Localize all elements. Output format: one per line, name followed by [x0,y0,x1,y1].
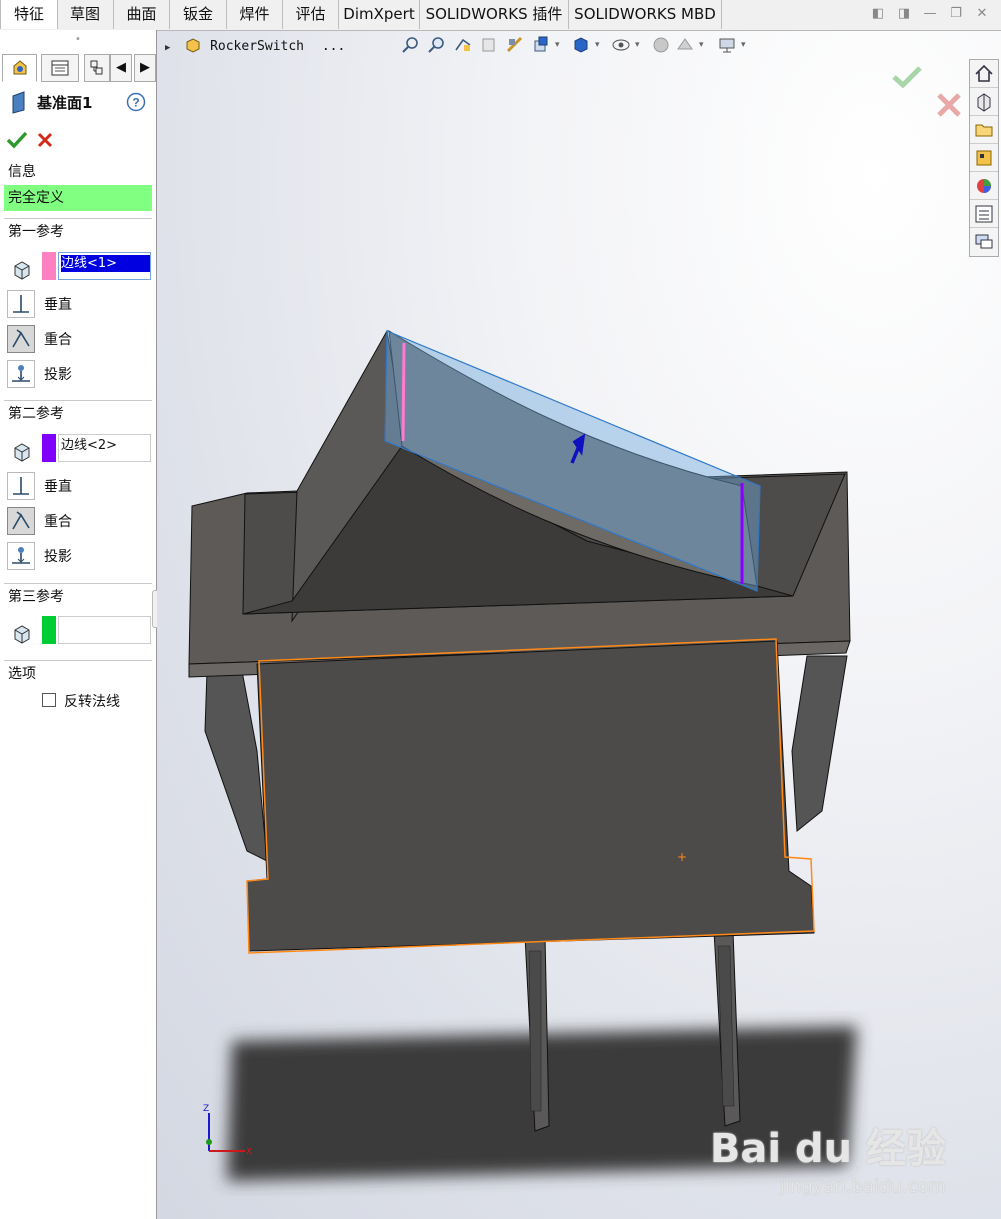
baidu-watermark-url: jingyan.baidu.com [779,1176,946,1197]
options-header[interactable]: 选项 [8,663,36,683]
first-reference-selection: 边线<1> [61,255,150,272]
coincident-icon [12,511,30,530]
right-clip [791,655,848,832]
project-icon [12,365,30,382]
page-title: 基准面1 [37,94,93,112]
divider [4,218,152,219]
switch-body [246,640,815,952]
chevron-right-icon: ▶ [140,60,150,75]
first-coincident-button[interactable] [7,325,35,353]
close-icon[interactable]: ✕ [974,6,990,22]
tab-features[interactable]: 特征 [0,0,58,29]
cube-selection-icon [14,443,30,462]
second-project-label: 投影 [44,549,72,565]
svg-text:Z: Z [203,1104,209,1114]
panel-grip[interactable]: • [0,30,156,50]
graphics-area[interactable]: ▶ RockerSwitch ... ▾ ▾ ▾ ▾ ▾ + Z X Bai d… [157,31,1001,1219]
minimize-icon[interactable]: — [922,6,938,22]
third-reference-field[interactable] [58,616,151,644]
rocker-switch-model[interactable]: + Z X [157,31,1001,1219]
second-coincident-label: 重合 [44,514,72,530]
second-reference-selection: 边线<2> [61,438,118,453]
restore-icon[interactable]: ❐ [948,6,964,22]
info-header: 信息 [8,164,36,180]
feature-tree-icon [13,60,26,75]
first-reference-color [42,252,56,280]
flip-normal-checkbox[interactable] [42,693,56,707]
tab-property-manager[interactable] [41,54,79,82]
configuration-icon [90,60,103,75]
origin-marker: + [677,850,687,864]
second-perpendicular-label: 垂直 [44,479,72,495]
second-perpendicular-button[interactable] [7,472,35,500]
help-button[interactable]: ? [126,92,146,112]
coincident-icon [12,329,30,348]
perpendicular-icon [13,295,29,313]
tab-solidworks-addins[interactable]: SOLIDWORKS 插件 [420,0,569,29]
tab-solidworks-mbd[interactable]: SOLIDWORKS MBD [569,0,722,29]
tab-scroll-left[interactable]: ◀ [110,54,132,82]
tab-dimxpert[interactable]: DimXpert [339,0,420,29]
first-project-label: 投影 [44,367,72,383]
property-list-icon [51,60,69,76]
tab-evaluate[interactable]: 评估 [283,0,339,29]
property-manager: • ◀ ▶ 基准面1 ? 信息 完全定义 第一参考 边线<1> 垂直 重合 投影… [0,30,168,1219]
second-coincident-button[interactable] [7,507,35,535]
selected-edge-1 [401,342,406,442]
cube-selection-icon [14,625,30,644]
svg-text:X: X [246,1147,252,1157]
second-reference-header[interactable]: 第二参考 [8,403,64,423]
svg-text:?: ? [132,96,139,110]
tab-surfaces[interactable]: 曲面 [114,0,170,29]
plane-icon [12,91,25,114]
first-perpendicular-button[interactable] [7,290,35,318]
command-manager-tabs: 特征 草图 曲面 钣金 焊件 评估 DimXpert SOLIDWORKS 插件… [0,0,1001,31]
tab-configuration-manager[interactable] [84,54,110,82]
third-reference-header[interactable]: 第三参考 [8,586,64,606]
flip-normal-label: 反转法线 [64,694,120,710]
first-coincident-label: 重合 [44,332,72,348]
tab-sheet-metal[interactable]: 钣金 [170,0,227,29]
first-reference-header[interactable]: 第一参考 [8,221,64,241]
third-reference-color [42,616,56,644]
first-reference-field[interactable]: 边线<1> [58,252,151,280]
tab-feature-manager[interactable] [2,54,37,82]
second-project-button[interactable] [7,542,35,570]
cube-selection-icon [14,261,30,280]
divider [4,583,152,584]
tile-left-icon[interactable]: ◧ [870,6,886,22]
baidu-watermark: Bai du 经验 [709,1126,946,1172]
cancel-button[interactable] [36,131,54,149]
chevron-left-icon: ◀ [116,60,126,75]
first-perpendicular-label: 垂直 [44,297,72,313]
tab-sketch[interactable]: 草图 [57,0,114,29]
tab-weldments[interactable]: 焊件 [227,0,283,29]
tile-right-icon[interactable]: ◨ [896,6,912,22]
left-clip [204,670,268,862]
ok-button[interactable] [6,130,28,150]
second-reference-field[interactable]: 边线<2> [58,434,151,462]
divider [4,660,152,661]
tab-scroll-right[interactable]: ▶ [134,54,156,82]
second-reference-color [42,434,56,462]
divider [4,400,152,401]
perpendicular-icon [13,477,29,495]
project-icon [12,547,30,564]
status-badge: 完全定义 [4,185,152,211]
first-project-button[interactable] [7,360,35,388]
